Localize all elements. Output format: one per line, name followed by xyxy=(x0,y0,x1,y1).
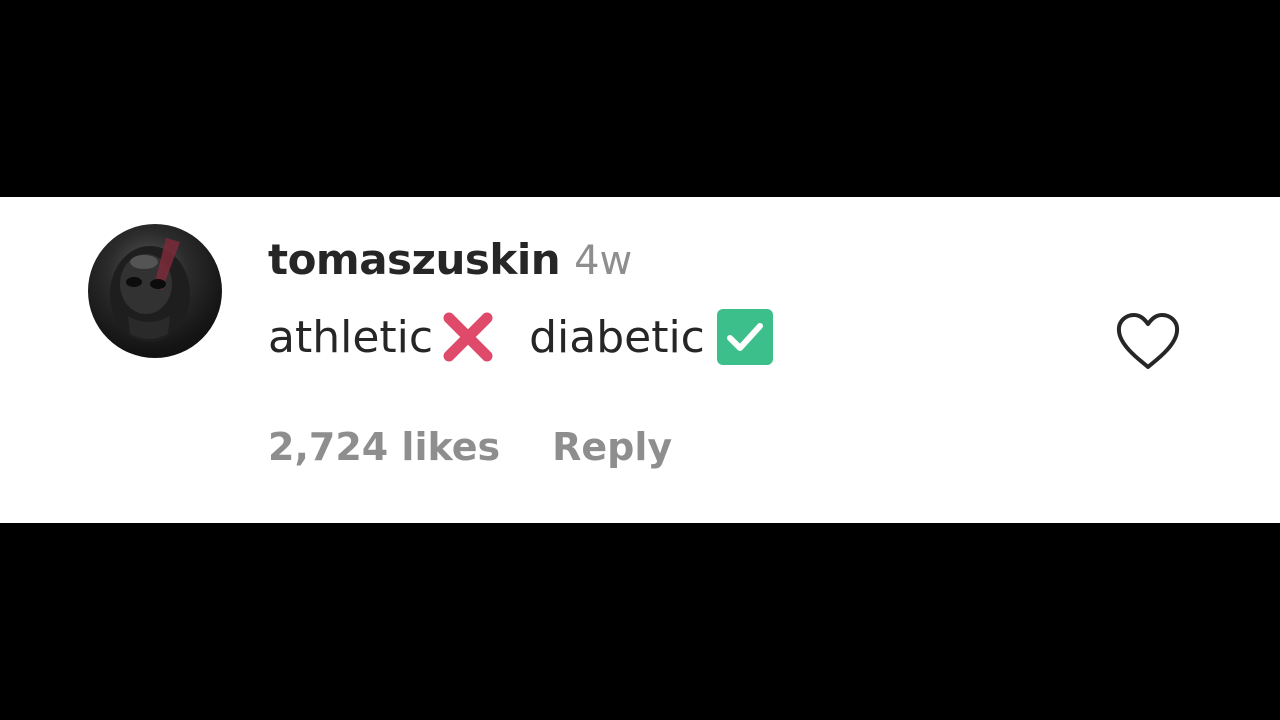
heart-icon[interactable] xyxy=(1114,311,1182,373)
comment-actions: 2,724 likes Reply xyxy=(268,419,672,475)
comment-header: tomaszuskin 4w xyxy=(268,235,632,291)
check-box-icon xyxy=(715,307,775,367)
likes-count[interactable]: 2,724 likes xyxy=(268,425,500,469)
comment-card: tomaszuskin 4w athletic diabetic 2,724 l… xyxy=(0,197,1280,523)
username-link[interactable]: tomaszuskin xyxy=(268,235,561,284)
comment-text-part1: athletic xyxy=(268,311,434,363)
reply-button[interactable]: Reply xyxy=(552,425,672,469)
video-frame: tomaszuskin 4w athletic diabetic 2,724 l… xyxy=(0,0,1280,720)
comment-text: athletic diabetic xyxy=(268,307,775,367)
avatar-image xyxy=(110,238,190,342)
cross-mark-icon xyxy=(439,308,497,366)
avatar[interactable] xyxy=(88,224,222,358)
comment-text-part2: diabetic xyxy=(529,311,705,363)
comment-timestamp: 4w xyxy=(574,238,633,284)
